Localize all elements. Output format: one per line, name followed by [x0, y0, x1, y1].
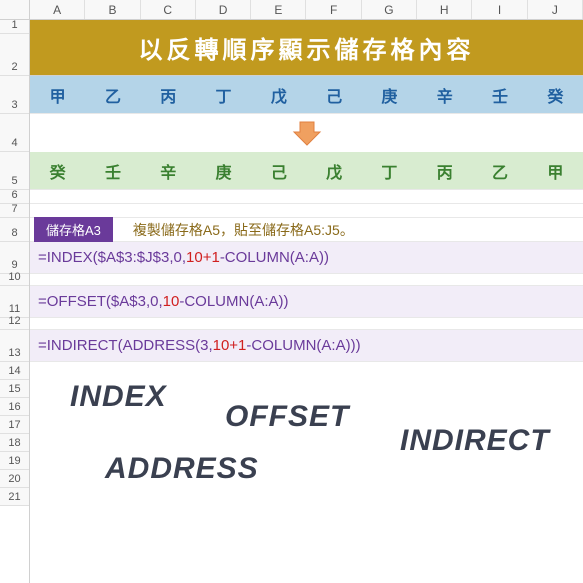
cell: 乙 [472, 152, 527, 189]
row-header: 5 [0, 152, 29, 190]
formula-offset: =OFFSET($A$3,0,10-COLUMN(A:A)) [30, 286, 583, 318]
formula-text: -COLUMN(A:A)) [220, 249, 329, 266]
note-row: 儲存格A3 複製儲存格A5，貼至儲存格A5:J5。 [30, 218, 583, 242]
cell: 庚 [362, 76, 417, 113]
row-header: 7 [0, 204, 29, 218]
row-header: 6 [0, 190, 29, 204]
row-header: 2 [0, 34, 29, 76]
content-area: 以反轉順序顯示儲存格內容 甲 乙 丙 丁 戊 己 庚 辛 壬 癸 癸 [30, 20, 583, 583]
cell: 戊 [251, 76, 306, 113]
row-header: 17 [0, 416, 29, 434]
cell: 丁 [196, 76, 251, 113]
cell: 乙 [85, 76, 140, 113]
cell: 己 [251, 152, 306, 189]
col-header: G [362, 0, 417, 19]
corner-cell [0, 0, 30, 19]
row-header: 16 [0, 398, 29, 416]
row-header: 4 [0, 114, 29, 152]
row-header: 21 [0, 488, 29, 506]
spacer [30, 274, 583, 286]
formula-text: =OFFSET($A$3,0, [38, 293, 163, 310]
row-header: 12 [0, 318, 29, 330]
row-header: 18 [0, 434, 29, 452]
spreadsheet: A B C D E F G H I J 12345678910111213141… [0, 0, 583, 583]
keyword-address: ADDRESS [105, 452, 259, 486]
cell: 丙 [141, 76, 196, 113]
row-header: 19 [0, 452, 29, 470]
col-header: D [196, 0, 251, 19]
cell: 己 [306, 76, 361, 113]
col-header: I [472, 0, 527, 19]
column-headers: A B C D E F G H I J [0, 0, 583, 20]
row-header: 15 [0, 380, 29, 398]
reversed-row: 癸 壬 辛 庚 己 戊 丁 丙 乙 甲 [30, 152, 583, 190]
copy-note: 複製儲存格A5，貼至儲存格A5:J5。 [133, 220, 354, 240]
col-header: C [141, 0, 196, 19]
spacer [30, 318, 583, 330]
formula-index: =INDEX($A$3:$J$3,0,10+1-COLUMN(A:A)) [30, 242, 583, 274]
cell: 戊 [306, 152, 361, 189]
spacer [30, 204, 583, 218]
row-header: 20 [0, 470, 29, 488]
formula-indirect: =INDIRECT(ADDRESS(3,10+1-COLUMN(A:A))) [30, 330, 583, 362]
col-header: J [528, 0, 583, 19]
row-header: 1 [0, 20, 29, 34]
formula-highlight: 10 [163, 293, 180, 310]
formula-highlight: 10+1 [213, 337, 247, 354]
col-header: B [85, 0, 140, 19]
formula-highlight: 10+1 [186, 249, 220, 266]
row-header: 13 [0, 330, 29, 362]
col-header: A [30, 0, 85, 19]
col-header: H [417, 0, 472, 19]
row-headers: 123456789101112131415161718192021 [0, 20, 30, 583]
row-header: 10 [0, 274, 29, 286]
cell: 甲 [528, 152, 583, 189]
keyword-offset: OFFSET [225, 400, 349, 434]
cell: 丙 [417, 152, 472, 189]
formula-text: -COLUMN(A:A)) [179, 293, 288, 310]
formula-text: =INDEX($A$3:$J$3,0, [38, 249, 186, 266]
keyword-index: INDEX [70, 380, 167, 414]
cell: 壬 [472, 76, 527, 113]
spacer [30, 190, 583, 204]
cell: 癸 [30, 152, 85, 189]
cell-label: 儲存格A3 [34, 217, 113, 242]
cell: 辛 [141, 152, 196, 189]
cell: 丁 [362, 152, 417, 189]
formula-text: -COLUMN(A:A))) [246, 337, 360, 354]
cell: 甲 [30, 76, 85, 113]
row-header: 9 [0, 242, 29, 274]
arrow-row [30, 114, 583, 152]
col-header: E [251, 0, 306, 19]
original-row: 甲 乙 丙 丁 戊 己 庚 辛 壬 癸 [30, 76, 583, 114]
col-header: F [306, 0, 361, 19]
formula-text: =INDIRECT(ADDRESS(3, [38, 337, 213, 354]
down-arrow-icon [292, 120, 322, 146]
keyword-indirect: INDIRECT [400, 424, 550, 458]
cell: 庚 [196, 152, 251, 189]
title-bar: 以反轉順序顯示儲存格內容 [30, 20, 583, 76]
row-header: 11 [0, 286, 29, 318]
row-header: 8 [0, 218, 29, 242]
row-header: 14 [0, 362, 29, 380]
row-header: 3 [0, 76, 29, 114]
cell: 辛 [417, 76, 472, 113]
title-text: 以反轉順序顯示儲存格內容 [139, 30, 475, 65]
cell: 壬 [85, 152, 140, 189]
cell: 癸 [528, 76, 583, 113]
